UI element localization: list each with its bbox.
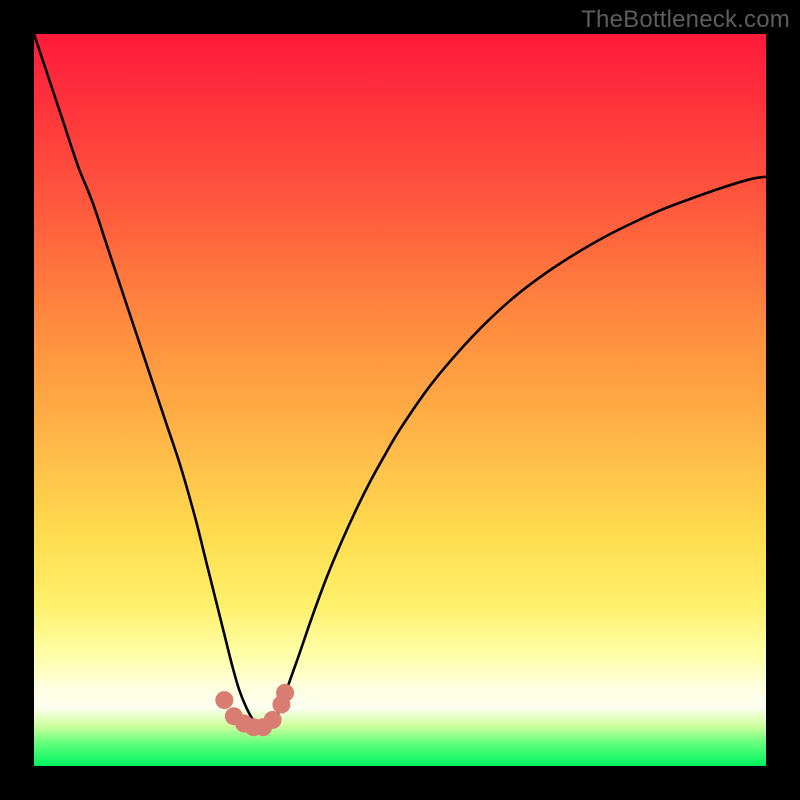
sample-dot [276, 684, 294, 702]
bottleneck-curve [34, 34, 766, 728]
watermark-text: TheBottleneck.com [581, 6, 790, 34]
chart-plot-area [34, 34, 766, 766]
sample-dot [264, 711, 282, 729]
chart-svg-layer [34, 34, 766, 766]
chart-frame: TheBottleneck.com [0, 0, 800, 800]
sample-dot [215, 691, 233, 709]
sample-dots-group [215, 684, 294, 736]
